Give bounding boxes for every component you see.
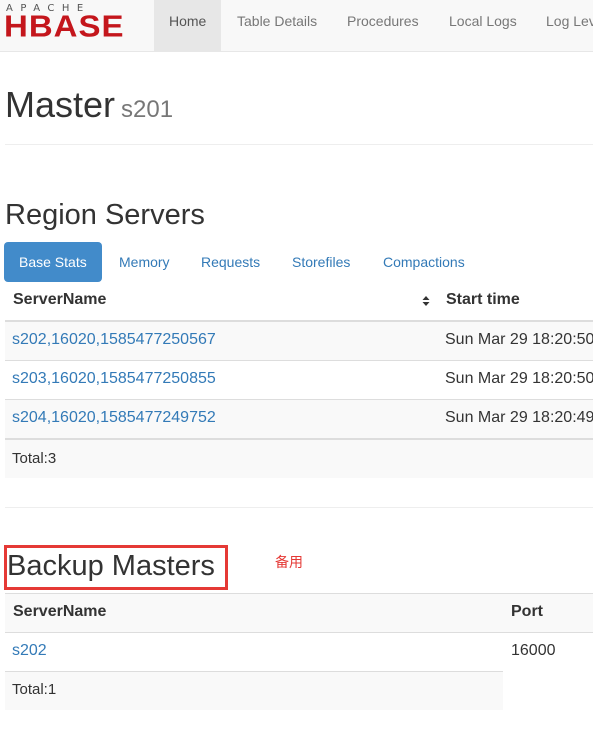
server-link[interactable]: s203,16020,1585477250855 [12,370,216,388]
annotation-note: 备用 [275,555,303,571]
region-servers-title: Region Servers [5,199,205,231]
table-header-divider [5,632,593,633]
top-navbar: APACHE HBASE Home Table Details Procedur… [0,0,593,52]
start-time-cell: Sun Mar 29 18:20:50 [445,331,593,348]
header-divider [5,144,593,145]
master-host: s201 [121,96,174,123]
region-servers-total: Total:3 [12,450,57,467]
nav-home[interactable]: Home [154,0,222,51]
column-header-servername[interactable]: ServerName [13,291,106,309]
start-time-cell: Sun Mar 29 18:20:49 [445,409,593,426]
backup-masters-total: Total:1 [12,681,57,698]
column-header-port: Port [511,603,543,620]
row-divider [5,360,593,361]
tab-requests[interactable]: Requests [186,242,275,282]
column-header-start-time[interactable]: Start time [446,291,520,309]
table-top-border [5,593,593,594]
section-divider [5,507,593,508]
total-row [5,672,503,710]
server-link[interactable]: s202 [12,642,47,660]
tab-storefiles[interactable]: Storefiles [277,242,365,282]
page-title-text: Master [5,84,116,125]
tab-base-stats[interactable]: Base Stats [4,242,102,282]
nav-log-level[interactable]: Log Lev [531,0,593,51]
nav-table-details[interactable]: Table Details [222,0,332,51]
sort-icon[interactable] [422,295,430,307]
logo-hbase-text: HBASE [4,9,125,44]
hbase-logo[interactable]: APACHE HBASE [4,3,144,43]
highlight-box [4,545,228,590]
total-row [5,440,593,478]
start-time-cell: Sun Mar 29 18:20:50 [445,370,593,387]
server-link[interactable]: s202,16020,1585477250567 [12,331,216,349]
server-link[interactable]: s204,16020,1585477249752 [12,409,216,427]
column-header-servername: ServerName [13,603,107,620]
page-title: Master s201 [5,84,173,126]
nav-local-logs[interactable]: Local Logs [434,0,532,51]
tab-memory[interactable]: Memory [104,242,185,282]
port-cell: 16000 [511,642,556,659]
nav-procedures[interactable]: Procedures [332,0,434,51]
tab-compactions[interactable]: Compactions [368,242,480,282]
